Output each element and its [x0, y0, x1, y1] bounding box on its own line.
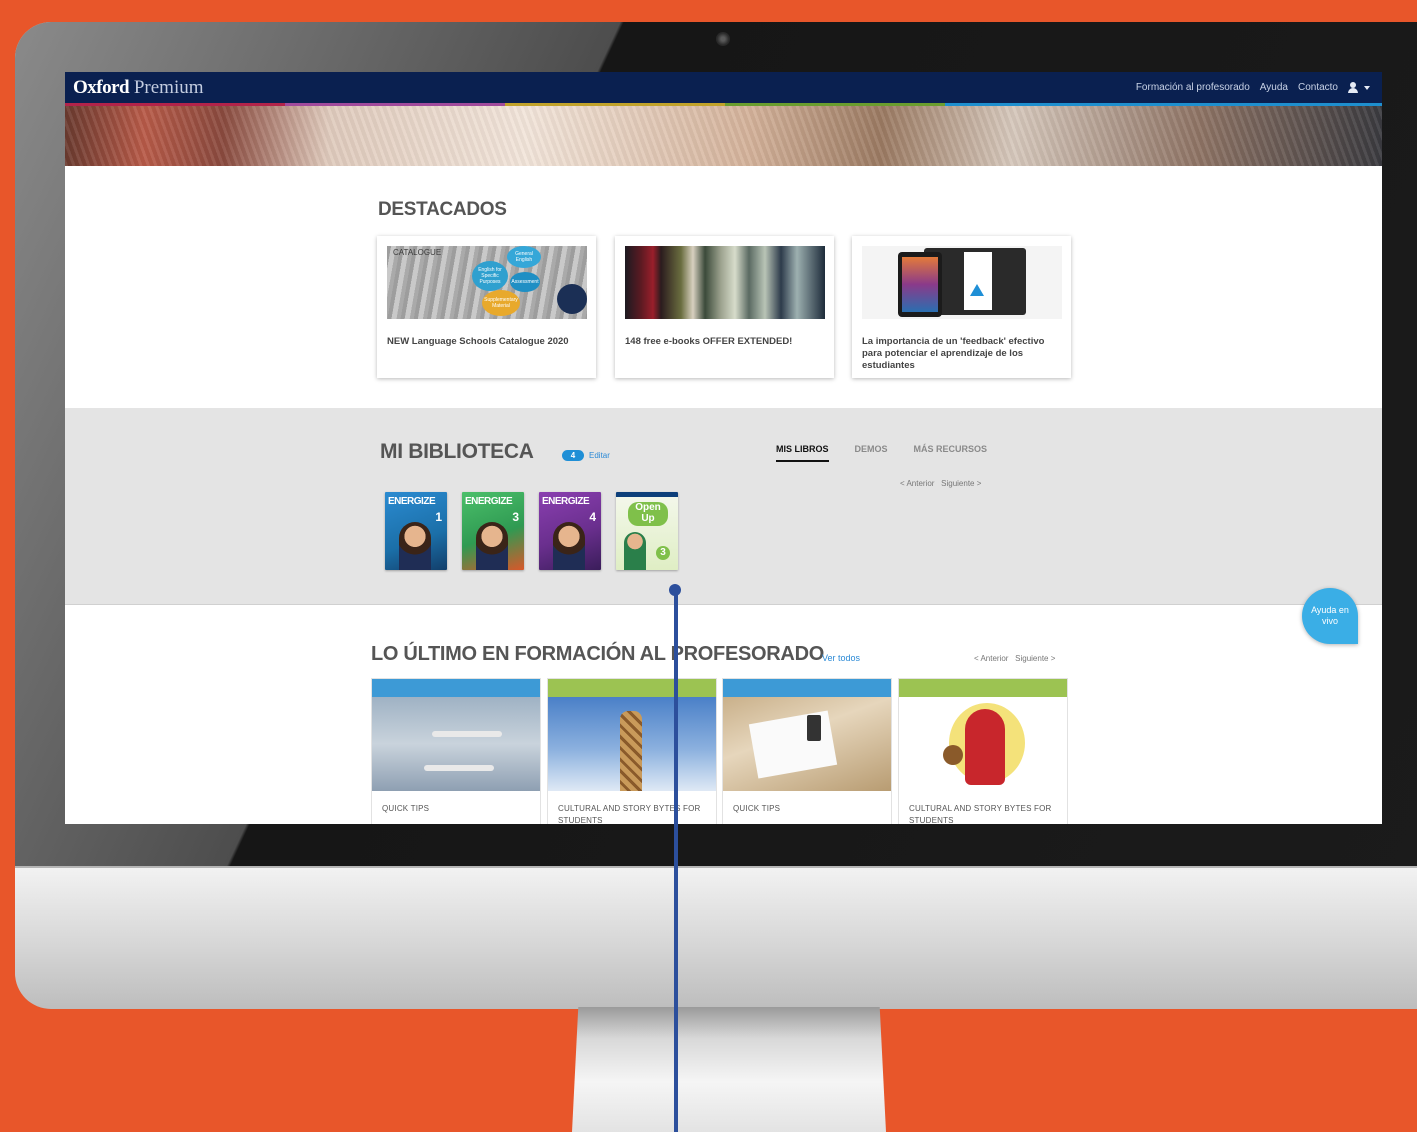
- featured-card[interactable]: 148 free e-books OFFER EXTENDED!: [615, 236, 834, 378]
- camera-icon: [716, 32, 730, 46]
- plane-shape: [424, 765, 494, 771]
- plane-shape: [432, 731, 502, 737]
- nav-link-contacto[interactable]: Contacto: [1298, 82, 1338, 93]
- book-cover[interactable]: ENERGIZE 1: [385, 492, 447, 570]
- tab-mis-libros[interactable]: MIS LIBROS: [776, 444, 829, 462]
- oxford-premium-logo[interactable]: Oxford Premium: [73, 77, 204, 99]
- imac-chin: [15, 866, 1417, 1009]
- course-category: QUICK TIPS: [733, 804, 781, 813]
- caret-down-icon: [1364, 85, 1370, 90]
- nav-links: Formación al profesorado Ayuda Contacto: [1136, 82, 1370, 93]
- course-category-bar: [723, 679, 891, 697]
- book-series: ENERGIZE: [542, 496, 590, 507]
- book-cover[interactable]: ENERGIZE 3: [462, 492, 524, 570]
- book-cover[interactable]: Open Up 3: [616, 492, 678, 570]
- brand-product: Premium: [133, 77, 204, 98]
- featured-card[interactable]: CATALOGUE General English English for Sp…: [377, 236, 596, 378]
- basket-shape: [943, 745, 963, 765]
- tablet-shape: [898, 252, 942, 317]
- course-image-desk: [723, 697, 891, 791]
- formacion-pager: < Anterior Siguiente >: [974, 654, 1055, 663]
- next-link[interactable]: Siguiente >: [1015, 654, 1055, 663]
- book-level: 3: [512, 510, 519, 524]
- browser-screen: Oxford Premium Formación al profesorado …: [65, 72, 1382, 824]
- book-cover-photo: [624, 532, 646, 570]
- course-card[interactable]: CULTURAL AND STORY BYTES FOR STUDENTS: [898, 678, 1068, 824]
- course-image-red-riding-hood: [899, 697, 1067, 791]
- document-page: [964, 252, 992, 310]
- book-level: 1: [435, 510, 442, 524]
- book-cover-photo: [553, 522, 585, 570]
- bubble-assessment: Assessment: [510, 272, 540, 292]
- course-category-bar: [372, 679, 540, 697]
- nav-link-ayuda[interactable]: Ayuda: [1260, 82, 1288, 93]
- course-category: CULTURAL AND STORY BYTES FOR STUDENTS: [558, 804, 701, 824]
- catalogue-image: CATALOGUE General English English for Sp…: [387, 246, 587, 319]
- featured-card[interactable]: La importancia de un 'feedback' efectivo…: [852, 236, 1071, 378]
- phone-shape: [807, 715, 821, 741]
- course-card[interactable]: CULTURAL AND STORY BYTES FOR STUDENTS: [547, 678, 717, 824]
- course-category: QUICK TIPS: [382, 804, 430, 813]
- course-category-bar: [548, 679, 716, 697]
- course-image-planes: [372, 697, 540, 791]
- course-category-bar: [899, 679, 1067, 697]
- triangle-icon: [970, 284, 984, 296]
- course-card[interactable]: QUICK TIPS: [722, 678, 892, 824]
- user-menu[interactable]: [1348, 82, 1370, 93]
- catalogue-circle: [557, 284, 587, 314]
- featured-card-caption: 148 free e-books OFFER EXTENDED!: [625, 336, 793, 347]
- course-image-giraffe: [548, 697, 716, 791]
- book-cover-photo: [399, 522, 431, 570]
- bubble-supplementary: Supplementary Material: [482, 290, 520, 316]
- prev-link[interactable]: < Anterior: [974, 654, 1008, 663]
- bubble-general-english: General English: [507, 246, 541, 268]
- library-tabs: MIS LIBROS DEMOS MÁS RECURSOS: [776, 444, 987, 462]
- book-level: 3: [656, 546, 670, 560]
- pointer-dot: [669, 584, 681, 596]
- book-level: 4: [589, 510, 596, 524]
- edit-link[interactable]: Editar: [589, 451, 610, 460]
- live-help-label: Ayuda en vivo: [1311, 605, 1349, 626]
- catalogue-overlay-text: CATALOGUE: [393, 248, 442, 257]
- paper-shape: [748, 710, 838, 779]
- nav-link-formacion[interactable]: Formación al profesorado: [1136, 82, 1250, 93]
- featured-card-caption: La importancia de un 'feedback' efectivo…: [862, 336, 1045, 371]
- giraffe-shape: [620, 711, 642, 791]
- pointer-line: [674, 592, 678, 1132]
- tablet-image: [862, 246, 1062, 319]
- formacion-title: LO ÚLTIMO EN FORMACIÓN AL PROFESORADO: [371, 643, 824, 665]
- book-cover[interactable]: ENERGIZE 4: [539, 492, 601, 570]
- course-category: CULTURAL AND STORY BYTES FOR STUDENTS: [909, 804, 1052, 824]
- imac-stand: [572, 1007, 886, 1132]
- ebooks-image: [625, 246, 825, 319]
- user-icon: [1348, 82, 1358, 93]
- ver-todos-link[interactable]: Ver todos: [822, 653, 860, 663]
- biblioteca-title: MI BIBLIOTECA: [380, 440, 534, 463]
- book-count-badge: 4: [562, 450, 584, 461]
- bubble-esp: English for Specific Purposes: [472, 261, 508, 291]
- top-navbar: Oxford Premium Formación al profesorado …: [65, 72, 1382, 106]
- destacados-title: DESTACADOS: [378, 199, 507, 220]
- book-cover-photo: [476, 522, 508, 570]
- tab-mas-recursos[interactable]: MÁS RECURSOS: [914, 444, 988, 462]
- library-pager: < Anterior Siguiente >: [900, 479, 981, 488]
- live-help-button[interactable]: Ayuda en vivo: [1302, 588, 1358, 644]
- tab-demos[interactable]: DEMOS: [855, 444, 888, 462]
- prev-link[interactable]: < Anterior: [900, 479, 934, 488]
- featured-card-caption: NEW Language Schools Catalogue 2020: [387, 336, 569, 347]
- next-link[interactable]: Siguiente >: [941, 479, 981, 488]
- book-series: ENERGIZE: [465, 496, 513, 507]
- brand-name: Oxford: [73, 77, 130, 98]
- course-card[interactable]: QUICK TIPS: [371, 678, 541, 824]
- tablet-screen: [902, 257, 938, 312]
- mi-biblioteca-section: MI BIBLIOTECA 4 Editar MIS LIBROS DEMOS …: [65, 408, 1382, 605]
- hero-banner: [65, 106, 1382, 166]
- book-series: ENERGIZE: [388, 496, 436, 507]
- red-hood-figure: [965, 709, 1005, 785]
- book-series: Open Up: [628, 502, 668, 526]
